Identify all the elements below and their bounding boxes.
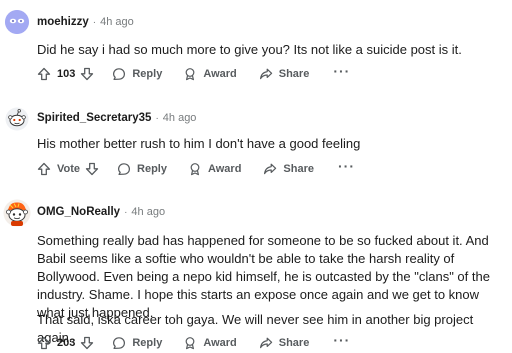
avatar[interactable] — [5, 10, 29, 34]
share-label: Share — [278, 68, 310, 80]
upvote-icon — [37, 162, 51, 176]
avatar[interactable] — [5, 107, 29, 131]
action-bar: 203 Reply Award Share ··· — [37, 332, 350, 353]
reply-bubble-icon — [113, 337, 126, 349]
reply-button[interactable]: Reply — [112, 67, 162, 81]
separator-dot: · — [155, 112, 159, 124]
vote-count: 203 — [57, 337, 76, 349]
reply-label: Reply — [132, 337, 163, 349]
award-button[interactable]: Award — [183, 67, 237, 81]
timestamp[interactable]: 4h ago — [163, 112, 197, 124]
comment-text: Did he say i had so much more to give yo… — [37, 42, 462, 57]
share-arrow-icon — [264, 163, 277, 175]
avatar-snoo-icon — [3, 199, 31, 227]
award-button[interactable]: Award — [183, 336, 237, 350]
vote-label: Vote — [57, 163, 81, 175]
upvote-button[interactable] — [37, 336, 51, 350]
reply-label: Reply — [137, 163, 167, 175]
share-arrow-icon — [259, 337, 272, 349]
downvote-icon — [81, 336, 94, 350]
more-dots-icon: ··· — [338, 158, 355, 174]
action-bar: 103 Reply Award Share ··· — [37, 63, 350, 84]
more-dots-icon: ··· — [333, 63, 351, 79]
award-label: Award — [203, 337, 237, 349]
upvote-button[interactable] — [37, 162, 51, 176]
separator-dot: · — [124, 206, 128, 218]
comment-1: moehizzy · 4h ago Did he say i had so mu… — [0, 0, 512, 90]
comment-text: His mother better rush to him I don't ha… — [37, 136, 361, 151]
award-label: Award — [208, 163, 242, 175]
award-button[interactable]: Award — [188, 162, 241, 176]
share-button[interactable]: Share — [259, 336, 310, 350]
comment-3: OMG_NoReally · 4h ago Something really b… — [0, 190, 512, 353]
avatar-snoo-icon — [5, 107, 29, 131]
more-options-button[interactable]: ··· — [333, 332, 350, 348]
avatar-snoo-icon — [5, 10, 29, 34]
share-button[interactable]: Share — [263, 162, 314, 176]
username[interactable]: Spirited_Secretary35 — [37, 112, 151, 124]
comment-header: moehizzy · 4h ago — [37, 13, 134, 31]
share-label: Share — [283, 163, 314, 175]
share-button[interactable]: Share — [259, 67, 310, 81]
downvote-button[interactable] — [80, 336, 94, 350]
award-icon — [185, 337, 195, 350]
downvote-icon — [85, 162, 99, 176]
award-label: Award — [203, 68, 237, 80]
reply-label: Reply — [132, 68, 163, 80]
more-options-button[interactable]: ··· — [333, 63, 350, 79]
downvote-button[interactable] — [80, 67, 94, 81]
share-label: Share — [278, 337, 310, 349]
reply-bubble-icon — [118, 163, 131, 175]
timestamp[interactable]: 4h ago — [100, 16, 134, 28]
award-icon — [190, 163, 200, 176]
action-bar: Vote Reply Award Share ··· — [37, 158, 355, 179]
reply-button[interactable]: Reply — [117, 162, 167, 176]
reply-button[interactable]: Reply — [112, 336, 162, 350]
username[interactable]: moehizzy — [37, 16, 89, 28]
more-dots-icon: ··· — [333, 332, 351, 348]
comment-2: Spirited_Secretary35 · 4h ago His mother… — [0, 95, 512, 185]
comment-header: Spirited_Secretary35 · 4h ago — [37, 109, 196, 127]
vote-count: 103 — [57, 68, 76, 80]
upvote-button[interactable] — [37, 67, 51, 81]
award-icon — [185, 68, 195, 81]
downvote-icon — [81, 67, 94, 81]
downvote-button[interactable] — [85, 162, 99, 176]
timestamp[interactable]: 4h ago — [131, 206, 165, 218]
separator-dot: · — [92, 16, 97, 28]
reply-bubble-icon — [113, 68, 126, 80]
comment-text: Something really bad has happened for so… — [37, 233, 490, 320]
share-arrow-icon — [259, 68, 272, 80]
upvote-icon — [37, 336, 51, 350]
more-options-button[interactable]: ··· — [338, 158, 355, 174]
comment-header: OMG_NoReally · 4h ago — [37, 203, 165, 221]
username[interactable]: OMG_NoReally — [37, 206, 120, 218]
upvote-icon — [37, 67, 51, 81]
avatar[interactable] — [3, 199, 31, 227]
